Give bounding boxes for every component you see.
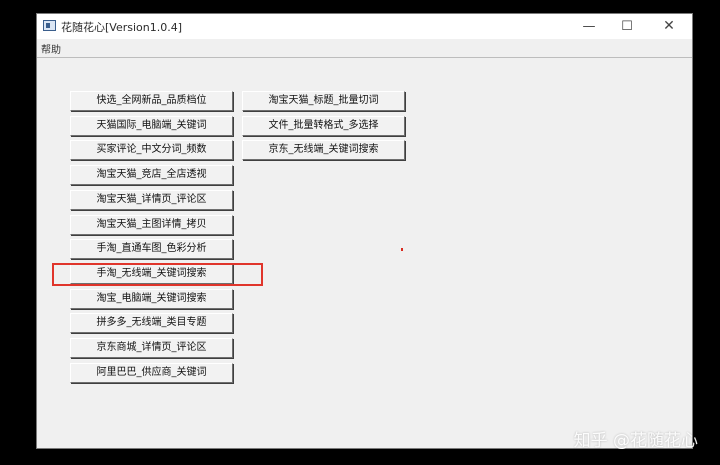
feature-button[interactable]: 淘宝天猫_主图详情_拷贝	[70, 215, 233, 235]
feature-button[interactable]: 京东商城_详情页_评论区	[70, 338, 233, 358]
feature-button[interactable]: 阿里巴巴_供应商_关键词	[70, 363, 233, 383]
feature-button[interactable]: 拼多多_无线端_类目专题	[70, 313, 233, 333]
feature-button[interactable]: 买家评论_中文分词_频数	[70, 140, 233, 160]
feature-button[interactable]: 淘宝天猫_标题_批量切词	[242, 91, 405, 111]
feature-button[interactable]: 快选_全网新品_品质档位	[70, 91, 233, 111]
watermark: 知乎 @花随花心	[573, 431, 698, 451]
feature-button[interactable]: 京东_无线端_关键词搜索	[242, 140, 405, 160]
feature-button[interactable]: 天猫国际_电脑端_关键词	[70, 116, 233, 136]
feature-button[interactable]: 淘宝天猫_竞店_全店透视	[70, 165, 233, 185]
window-title: 花随花心[Version1.0.4]	[61, 21, 183, 34]
feature-button[interactable]: 淘宝_电脑端_关键词搜索	[70, 289, 233, 309]
app-icon	[43, 20, 56, 31]
feature-button[interactable]: 手淘_无线端_关键词搜索	[70, 264, 233, 284]
cursor-dot	[401, 248, 403, 251]
title-bar[interactable]: 花随花心[Version1.0.4] — ☐ ✕	[37, 14, 692, 39]
menu-bar: 帮助	[37, 39, 692, 58]
maximize-button[interactable]: ☐	[610, 14, 644, 39]
feature-button[interactable]: 手淘_直通车图_色彩分析	[70, 239, 233, 259]
minimize-button[interactable]: —	[572, 14, 606, 39]
menu-help[interactable]: 帮助	[41, 41, 61, 56]
feature-button[interactable]: 淘宝天猫_详情页_评论区	[70, 190, 233, 210]
close-button[interactable]: ✕	[652, 14, 686, 39]
client-area: 快选_全网新品_品质档位 天猫国际_电脑端_关键词 买家评论_中文分词_频数 淘…	[37, 58, 692, 448]
app-window: 花随花心[Version1.0.4] — ☐ ✕ 帮助 快选_全网新品_品质档位…	[36, 13, 693, 449]
feature-button[interactable]: 文件_批量转格式_多选择	[242, 116, 405, 136]
